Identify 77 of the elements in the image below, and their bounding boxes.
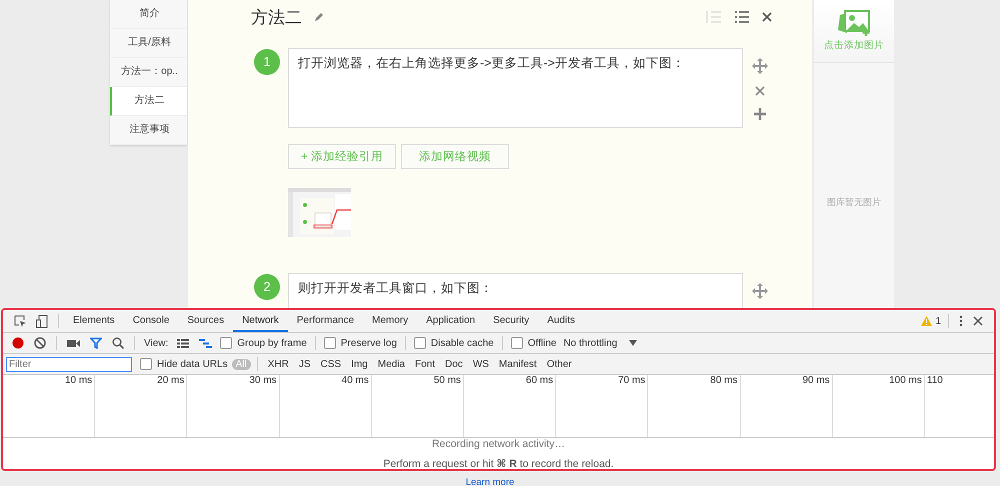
timeline-tick-label: 100 ms: [889, 375, 922, 386]
search-icon[interactable]: [112, 337, 124, 349]
filter-field[interactable]: Filter: [6, 356, 132, 372]
plus-icon[interactable]: [754, 108, 766, 120]
timeline-tick-label: 110: [926, 375, 943, 386]
checkbox[interactable]: [510, 337, 523, 349]
type-filter-button[interactable]: Other: [542, 358, 576, 370]
type-filter-button[interactable]: Font: [411, 358, 440, 370]
type-filter-button[interactable]: Img: [347, 358, 372, 370]
step-number: 2: [254, 274, 280, 300]
type-filter-button[interactable]: Doc: [441, 358, 467, 370]
devtools-tab[interactable]: Sources: [178, 310, 234, 332]
warning-icon: [921, 316, 932, 326]
checkbox[interactable]: [324, 337, 336, 349]
view-label: View:: [144, 338, 168, 348]
close-icon[interactable]: [755, 86, 765, 96]
clear-icon[interactable]: [34, 337, 46, 349]
timeline-tick-label: 20 ms: [157, 375, 184, 386]
checkbox-label: Offline: [528, 338, 556, 348]
step-title: 方法二: [251, 6, 302, 28]
timeline-tick-label: 30 ms: [249, 375, 277, 386]
type-filter-button[interactable]: XHR: [264, 358, 293, 370]
inspect-icon[interactable]: [14, 315, 26, 327]
sidebar-item[interactable]: 简介: [110, 0, 187, 29]
throttling-dropdown[interactable]: No throttling: [563, 338, 638, 348]
step-text-field[interactable]: 则打开开发者工具窗口，如下图：: [288, 273, 743, 308]
devtools-tab[interactable]: Security: [484, 310, 538, 332]
timeline-tick-label: 60 ms: [526, 375, 554, 386]
devtools-tab[interactable]: Elements: [64, 310, 124, 332]
warning-counter[interactable]: 1: [921, 316, 941, 326]
image-add-icon[interactable]: [837, 10, 871, 36]
empty-gallery-text: 图库暂无图片: [827, 196, 881, 209]
timeline-tick-label: 70 ms: [618, 375, 646, 386]
bullet-list-icon[interactable]: [734, 10, 750, 24]
filter-icon[interactable]: [90, 337, 102, 349]
devtools-tab[interactable]: Performance: [288, 310, 364, 332]
list-view-icon[interactable]: [177, 338, 190, 348]
status-message: Perform a request or hit ⌘ R to record the reload.: [383, 458, 614, 469]
timeline-tick-label: 90 ms: [802, 375, 830, 386]
more-menu-icon[interactable]: [959, 315, 963, 327]
checkbox[interactable]: [220, 337, 232, 349]
checkbox[interactable]: [414, 337, 426, 349]
status-message: Recording network activity…: [432, 438, 566, 450]
devtools-tab[interactable]: Memory: [363, 310, 418, 332]
devtools-tab[interactable]: Application: [417, 310, 484, 332]
record-button[interactable]: [12, 337, 24, 349]
checkbox-label: Group by frame: [237, 338, 307, 348]
devtools-tab[interactable]: Console: [124, 310, 178, 332]
step-text-field[interactable]: 打开浏览器，在右上角选择更多->更多工具->开发者工具，如下图：: [288, 48, 743, 128]
type-filter-button[interactable]: JS: [294, 358, 315, 370]
learn-more-link[interactable]: Learn more: [466, 477, 514, 486]
type-filter-button[interactable]: Media: [374, 358, 409, 370]
dropdown-caret-icon: [629, 340, 638, 346]
timeline-tick-label: 40 ms: [342, 375, 369, 386]
timeline-tick-label: 10 ms: [64, 375, 92, 386]
sidebar-item[interactable]: 方法二: [110, 87, 187, 116]
type-filter-button[interactable]: WS: [468, 358, 493, 370]
checkbox-label: Hide data URLs: [157, 358, 228, 370]
close-icon[interactable]: [973, 316, 983, 326]
timeline-tick-label: 50 ms: [434, 375, 461, 386]
checkbox[interactable]: [140, 358, 152, 370]
type-filter-button[interactable]: CSS: [316, 358, 346, 370]
move-icon[interactable]: [752, 58, 768, 74]
pencil-icon[interactable]: [314, 12, 324, 22]
sidebar-item[interactable]: 注意事项: [110, 116, 187, 145]
video-camera-icon[interactable]: [67, 338, 80, 348]
close-icon[interactable]: [762, 12, 772, 22]
waterfall-view-icon[interactable]: [199, 338, 212, 348]
device-icon[interactable]: [36, 314, 48, 328]
move-icon[interactable]: [752, 283, 768, 299]
devtools-tab[interactable]: Audits: [538, 310, 584, 332]
checkbox-label: Disable cache: [430, 338, 494, 348]
step-number: 1: [254, 49, 280, 75]
type-filter-button[interactable]: Manifest: [494, 358, 541, 370]
sidebar-item[interactable]: 工具/原料: [110, 29, 187, 58]
checkbox-label: Preserve log: [340, 338, 397, 348]
timeline-tick-label: 80 ms: [710, 375, 738, 386]
